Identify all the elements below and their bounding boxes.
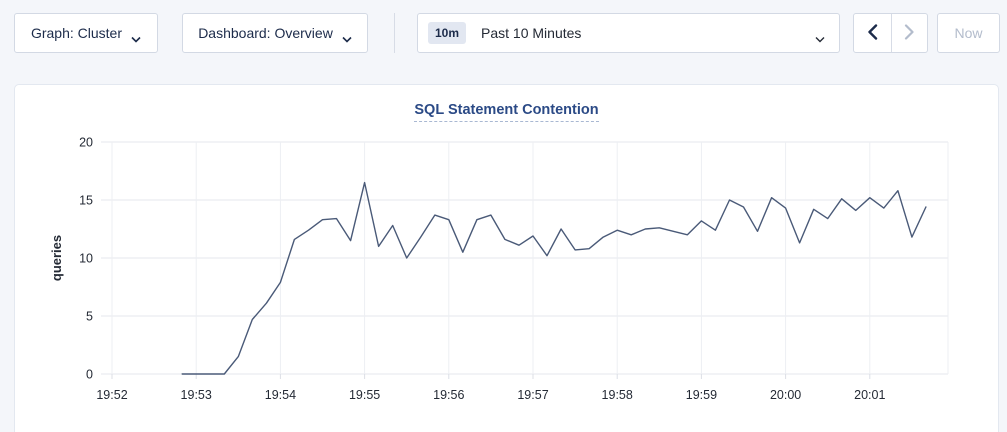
toolbar-divider [394,13,395,53]
y-axis-label: queries [49,235,64,281]
graph-dropdown-label: Graph: Cluster [31,25,122,41]
time-range-badge: 10m [428,22,466,44]
chart-panel: SQL Statement Contention 0 5 10 15 20 19:52 19… [14,84,999,432]
graph-dropdown[interactable]: Graph: Cluster [14,13,158,53]
chevron-down-icon [342,30,352,37]
svg-text:19:59: 19:59 [686,388,717,402]
dashboard-dropdown[interactable]: Dashboard: Overview [182,13,368,53]
time-range-label: Past 10 Minutes [481,25,815,41]
time-nav-group [853,13,928,53]
svg-text:10: 10 [79,252,93,266]
time-back-button[interactable] [854,14,891,52]
svg-text:19:52: 19:52 [96,388,127,402]
svg-text:0: 0 [86,368,93,382]
dashboard-dropdown-label: Dashboard: Overview [198,25,333,41]
now-button[interactable]: Now [937,13,1000,53]
svg-text:19:54: 19:54 [265,388,296,402]
chevron-right-icon [904,24,915,43]
chart-title[interactable]: SQL Statement Contention [414,102,598,122]
svg-text:19:55: 19:55 [349,388,380,402]
svg-text:19:57: 19:57 [517,388,548,402]
chevron-left-icon [867,24,878,43]
chevron-down-icon [131,30,141,37]
svg-text:19:58: 19:58 [602,388,633,402]
svg-text:19:56: 19:56 [433,388,464,402]
svg-text:15: 15 [79,194,93,208]
time-range-selector[interactable]: 10m Past 10 Minutes [417,13,840,53]
svg-text:20:01: 20:01 [854,388,885,402]
time-forward-button[interactable] [891,14,928,52]
svg-text:19:53: 19:53 [181,388,212,402]
sql-contention-chart: 0 5 10 15 20 19:52 19:53 19:54 19:55 19:56 19:57 19… [15,125,998,432]
chevron-down-icon [815,30,825,37]
svg-text:20:00: 20:00 [770,388,801,402]
svg-text:20: 20 [79,136,93,150]
chart-title-row: SQL Statement Contention [15,101,998,125]
svg-text:5: 5 [86,310,93,324]
